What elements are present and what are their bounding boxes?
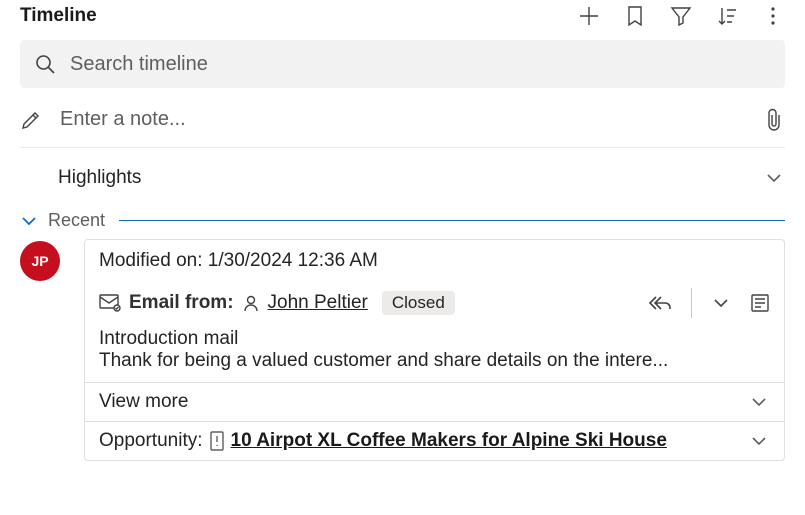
bookmark-button[interactable] bbox=[623, 4, 647, 28]
note-bar bbox=[20, 92, 785, 148]
header-actions bbox=[577, 4, 785, 28]
timeline-card: Modified on: 1/30/2024 12:36 AM Email fr… bbox=[84, 239, 785, 461]
funnel-icon bbox=[670, 5, 692, 27]
recent-section-header[interactable]: Recent bbox=[20, 210, 785, 231]
note-left bbox=[20, 108, 325, 131]
chevron-down-icon bbox=[763, 167, 785, 189]
avatar[interactable]: JP bbox=[20, 241, 60, 281]
priority-icon bbox=[209, 431, 225, 451]
bookmark-icon bbox=[625, 5, 645, 27]
add-button[interactable] bbox=[577, 4, 601, 28]
copilot-icon bbox=[20, 166, 44, 190]
chevron-down-icon bbox=[748, 430, 770, 452]
chevron-down-icon bbox=[20, 212, 38, 230]
modified-line: Modified on: 1/30/2024 12:36 AM bbox=[85, 240, 784, 282]
modified-value: 1/30/2024 12:36 AM bbox=[208, 250, 378, 271]
sender-link[interactable]: John Peltier bbox=[268, 292, 368, 314]
opportunity-row: Opportunity: 10 Airpot XL Coffee Makers … bbox=[85, 421, 784, 460]
opportunity-chevron[interactable] bbox=[748, 430, 770, 452]
sort-icon bbox=[716, 5, 738, 27]
status-badge: Closed bbox=[382, 291, 455, 315]
more-vertical-icon bbox=[762, 5, 784, 27]
highlights-row[interactable]: Highlights bbox=[20, 148, 785, 200]
chevron-down-icon bbox=[748, 391, 770, 413]
open-record-icon bbox=[750, 293, 770, 313]
sort-button[interactable] bbox=[715, 4, 739, 28]
email-header: Email from: John Peltier Closed bbox=[85, 282, 784, 322]
modified-prefix: Modified on: bbox=[99, 250, 208, 271]
reply-all-button[interactable] bbox=[647, 293, 673, 313]
search-icon bbox=[34, 53, 56, 75]
timeline-title: Timeline bbox=[20, 5, 97, 27]
email-subject: Introduction mail bbox=[85, 322, 784, 350]
note-input[interactable] bbox=[60, 108, 325, 131]
timeline-header: Timeline bbox=[0, 0, 805, 36]
opportunity-link[interactable]: 10 Airpot XL Coffee Makers for Alpine Sk… bbox=[231, 430, 667, 452]
opportunity-label: Opportunity: bbox=[99, 430, 203, 452]
recent-label: Recent bbox=[48, 210, 105, 231]
open-record-button[interactable] bbox=[750, 293, 770, 313]
opportunity-left: Opportunity: 10 Airpot XL Coffee Makers … bbox=[99, 430, 667, 452]
attach-button[interactable] bbox=[763, 108, 785, 132]
expand-email-button[interactable] bbox=[710, 292, 732, 314]
email-from-label: Email from: bbox=[129, 292, 234, 314]
search-input[interactable] bbox=[70, 53, 771, 76]
email-icon bbox=[99, 294, 121, 312]
highlights-left: Highlights bbox=[20, 166, 141, 190]
timeline-item-row: JP Modified on: 1/30/2024 12:36 AM Email… bbox=[20, 239, 785, 461]
email-body-preview: Thank for being a valued customer and sh… bbox=[85, 350, 784, 382]
chevron-down-icon bbox=[710, 292, 732, 314]
recent-chevron bbox=[20, 212, 38, 230]
pencil-icon bbox=[20, 109, 42, 131]
email-left: Email from: John Peltier Closed bbox=[99, 291, 455, 315]
search-bar[interactable] bbox=[20, 40, 785, 88]
view-more-label: View more bbox=[99, 391, 188, 413]
email-actions bbox=[647, 288, 770, 318]
highlights-chevron[interactable] bbox=[763, 167, 785, 189]
paperclip-icon bbox=[763, 108, 785, 132]
highlights-label: Highlights bbox=[58, 167, 141, 189]
recent-divider bbox=[119, 220, 785, 221]
timeline-panel: Timeline bbox=[0, 0, 805, 461]
more-button[interactable] bbox=[761, 4, 785, 28]
plus-icon bbox=[578, 5, 600, 27]
reply-all-icon bbox=[647, 293, 673, 313]
view-more-button[interactable]: View more bbox=[85, 382, 784, 421]
view-more-chevron bbox=[748, 391, 770, 413]
person-icon bbox=[242, 294, 260, 312]
filter-button[interactable] bbox=[669, 4, 693, 28]
action-divider bbox=[691, 288, 692, 318]
